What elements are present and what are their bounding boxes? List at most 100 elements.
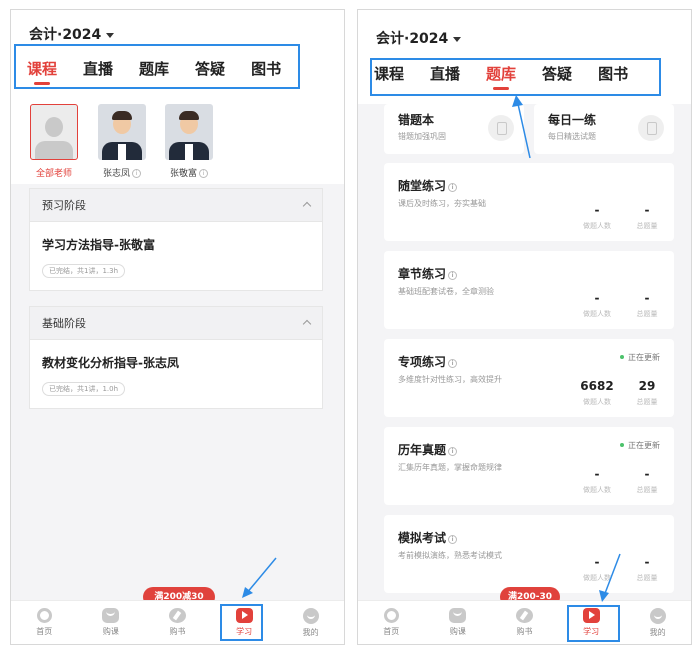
card-title-text: 章节练习 (398, 267, 447, 281)
status-text: 正在更新 (628, 441, 660, 450)
stage-basic: 基础阶段 教材变化分析指导-张志凤 已完结，共1讲，1.0h (29, 306, 323, 409)
teacher-name: 张敬富 i (164, 166, 214, 179)
teacher-name-text: 张敬富 (169, 169, 197, 179)
users-label: 做题人数 (583, 310, 611, 318)
card-title: 随堂练习 i (398, 177, 458, 194)
course-selector-label: 会计·2024 (376, 31, 449, 47)
total-stat: - 总题量 (622, 555, 672, 583)
practice-card[interactable]: 随堂练习 i 课后及时练习，夯实基础 - 做题人数 - 总题量 (384, 163, 674, 241)
info-icon[interactable]: i (448, 447, 458, 456)
users-stat: - 做题人数 (572, 467, 622, 495)
total-label: 总题量 (636, 398, 658, 406)
info-icon[interactable]: i (448, 535, 458, 544)
nav-buy-course[interactable]: 购课 (425, 601, 492, 644)
wrong-questions-card[interactable]: 错题本 错题加强巩固 (384, 104, 524, 154)
card-title-text: 随堂练习 (398, 179, 447, 193)
caret-down-icon (106, 32, 115, 38)
nav-me[interactable]: 我的 (624, 601, 691, 644)
lesson-meta-badge: 已完结，共1讲，1.3h (42, 264, 126, 278)
total-label: 总题量 (636, 486, 658, 494)
nav-home[interactable]: 首页 (11, 601, 78, 644)
total-count: - (644, 555, 650, 569)
book-icon (515, 608, 533, 623)
tab-bar-highlight (14, 44, 300, 89)
users-count: - (594, 203, 600, 217)
daily-practice-card[interactable]: 每日一练 每日精选试题 (534, 104, 674, 154)
total-count: - (644, 203, 650, 217)
card-description: 多维度针对性练习，高效提升 (398, 375, 502, 384)
card-description: 考前模拟演练，熟悉考试模式 (398, 551, 502, 560)
profile-icon (302, 608, 319, 624)
home-icon (383, 608, 399, 623)
nav-buy-course[interactable]: 购课 (78, 601, 145, 644)
teacher-zhang-jingfu[interactable]: 张敬富 i (164, 104, 214, 179)
total-stat: - 总题量 (622, 467, 672, 495)
card-subtitle: 每日精选试题 (548, 132, 596, 141)
lesson-title[interactable]: 教材变化分析指导-张志凤 (42, 354, 322, 371)
nav-buy-book[interactable]: 购书 (491, 601, 558, 644)
nav-label: 购书 (516, 627, 533, 636)
status-text: 正在更新 (628, 353, 660, 362)
users-label: 做题人数 (583, 486, 611, 494)
avatar (30, 104, 78, 160)
nav-label: 购课 (449, 627, 466, 636)
stage-header[interactable]: 基础阶段 (30, 307, 322, 340)
practice-card[interactable]: 历年真题 i 汇集历年真题，掌握命题规律 正在更新 - 做题人数 - 总题量 (384, 427, 674, 505)
card-title: 专项练习 i (398, 353, 458, 370)
avatar (165, 104, 213, 160)
practice-card[interactable]: 章节练习 i 基础班配套试卷，全章测验 - 做题人数 - 总题量 (384, 251, 674, 329)
cart-icon (449, 608, 467, 623)
nav-me[interactable]: 我的 (277, 601, 344, 644)
practice-card[interactable]: 专项练习 i 多维度针对性练习，高效提升 正在更新 6682 做题人数 29 总题量 (384, 339, 674, 417)
users-stat: - 做题人数 (572, 203, 622, 231)
course-selector[interactable]: 会计·2024 (29, 24, 115, 44)
info-icon[interactable]: i (448, 271, 458, 280)
users-label: 做题人数 (583, 398, 611, 406)
teacher-all[interactable]: 全部老师 (29, 104, 79, 179)
teacher-name-text: 张志凤 (102, 169, 130, 179)
users-count: - (594, 467, 600, 481)
nav-home[interactable]: 首页 (358, 601, 425, 644)
lesson-meta-badge: 已完结，共1讲，1.0h (42, 382, 126, 396)
chevron-up-icon (302, 201, 312, 211)
nav-label: 购书 (169, 627, 186, 636)
total-stat: 29 总题量 (622, 379, 672, 407)
course-selector[interactable]: 会计·2024 (376, 28, 462, 48)
info-icon[interactable]: i (448, 183, 458, 192)
bottom-nav: 首页 购课 购书 学习 我的 (11, 600, 344, 644)
stage-header-label: 预习阶段 (42, 199, 86, 212)
book-icon (168, 608, 186, 623)
users-count: 6682 (580, 379, 614, 393)
info-icon[interactable]: i (132, 169, 141, 178)
card-title-text: 模拟考试 (398, 531, 447, 545)
lesson-title[interactable]: 学习方法指导-张敬富 (42, 236, 322, 253)
card-title: 每日一练 (548, 113, 597, 127)
learn-tab-highlight (220, 604, 263, 641)
practice-card[interactable]: 模拟考试 i 考前模拟演练，熟悉考试模式 - 做题人数 - 总题量 (384, 515, 674, 593)
left-screen: 会计·2024 课程 直播 题库 答疑 图书 全部老师 张志凤 i 张敬富 i … (10, 9, 345, 645)
users-stat: - 做题人数 (572, 291, 622, 319)
card-description: 基础班配套试卷，全章测验 (398, 287, 494, 296)
annotation-arrow-icon (512, 95, 531, 159)
teacher-name: 全部老师 (35, 169, 72, 179)
nav-label: 首页 (383, 627, 400, 636)
info-icon[interactable]: i (199, 169, 208, 178)
cart-icon (102, 608, 120, 623)
total-label: 总题量 (636, 574, 658, 582)
total-label: 总题量 (636, 222, 658, 230)
card-subtitle: 错题加强巩固 (398, 132, 446, 141)
card-description: 汇集历年真题，掌握命题规律 (398, 463, 502, 472)
info-icon[interactable]: i (448, 359, 458, 368)
users-label: 做题人数 (583, 222, 611, 230)
stage-header[interactable]: 预习阶段 (30, 189, 322, 222)
card-description: 课后及时练习，夯实基础 (398, 199, 486, 208)
status-badge: 正在更新 (620, 440, 660, 451)
nav-buy-book[interactable]: 购书 (144, 601, 211, 644)
annotation-arrow-icon (242, 557, 277, 598)
teacher-zhang-zhifeng[interactable]: 张志凤 i (97, 104, 147, 179)
caret-down-icon (453, 36, 462, 42)
course-selector-label: 会计·2024 (29, 27, 102, 43)
users-stat: 6682 做题人数 (572, 379, 622, 407)
status-dot-icon (620, 443, 624, 447)
chevron-up-icon (302, 319, 312, 329)
